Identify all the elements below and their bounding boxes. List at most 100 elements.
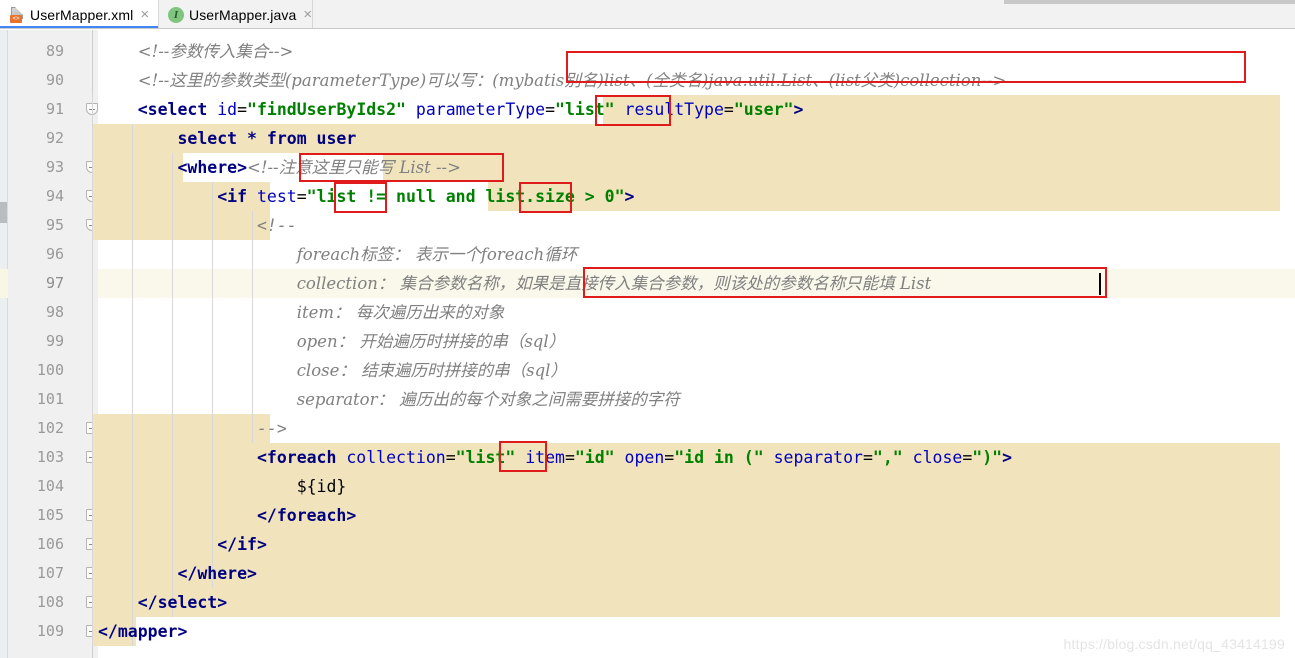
line-number: 93 xyxy=(45,158,64,176)
left-annotation-strip[interactable] xyxy=(0,30,8,658)
code-line[interactable]: foreach标签： 表示一个foreach循环 xyxy=(98,240,1295,269)
code-line[interactable]: --> xyxy=(98,414,1295,443)
code-token-str: "list" xyxy=(455,448,516,467)
tab-label-xml: UserMapper.xml xyxy=(30,6,134,23)
code-token-cmtcn: collection： 集合参数名称，如果是直接传入集合参数，则该处的参数名称只… xyxy=(296,274,932,293)
line-number: 105 xyxy=(36,506,64,524)
code-token-tag: > xyxy=(793,100,804,119)
code-token-punc: = xyxy=(723,100,734,119)
code-line[interactable]: open： 开始遍历时拼接的串（sql） xyxy=(98,327,1295,356)
java-interface-icon: I xyxy=(168,6,184,23)
code-token-cmtcn: item： 每次遍历出来的对象 xyxy=(296,303,505,322)
code-token-attr: id xyxy=(207,100,238,119)
code-token-str: ")" xyxy=(972,448,1003,467)
toolbar-strip xyxy=(1004,0,1295,4)
code-token-punc: = xyxy=(664,448,675,467)
code-line[interactable]: close： 结束遍历时拼接的串（sql） xyxy=(98,356,1295,385)
code-token-str: "id in (" xyxy=(674,448,764,467)
code-line[interactable]: </foreach> xyxy=(98,501,1295,530)
code-content[interactable]: <!--参数传入集合--> <!--这里的参数类型(parameterType)… xyxy=(92,30,1295,658)
line-number: 102 xyxy=(36,419,64,437)
code-line[interactable]: ${id} xyxy=(98,472,1295,501)
close-icon[interactable]: × xyxy=(303,7,312,22)
code-token-punc: = xyxy=(237,100,248,119)
tab-usermapper-xml[interactable]: <> UserMapper.xml × xyxy=(0,0,159,29)
code-token-tag: </mapper> xyxy=(98,622,188,641)
code-line[interactable]: <select id="findUserByIds2" parameterTyp… xyxy=(98,95,1295,124)
code-token-cmtcn: <!--参数传入集合--> xyxy=(137,42,294,61)
code-token-cmt: --> xyxy=(256,419,287,438)
code-token-cmt: <!-- xyxy=(256,216,297,235)
code-token-attr: item xyxy=(515,448,565,467)
editor-gutter[interactable]: 89 90 91 92 93 94 95 96 97 98 99 100 101 102 103 104 105… xyxy=(8,30,98,658)
code-line[interactable]: separator： 遍历出的每个对象之间需要拼接的字符 xyxy=(98,385,1295,414)
line-number: 108 xyxy=(36,593,64,611)
code-line[interactable]: <if test="list != null and list.size > 0… xyxy=(98,182,1295,211)
code-token-tag: <foreach xyxy=(256,448,337,467)
code-line[interactable]: </where> xyxy=(98,559,1295,588)
close-icon[interactable]: × xyxy=(140,7,149,22)
watermark-text: https://blog.csdn.net/qq_43414199 xyxy=(1063,636,1285,652)
line-number: 99 xyxy=(45,332,64,350)
code-token-str: "," xyxy=(872,448,903,467)
code-token-cmtcn: foreach标签： 表示一个foreach循环 xyxy=(296,245,578,264)
line-number: 97 xyxy=(45,274,64,292)
code-line[interactable]: </select> xyxy=(98,588,1295,617)
tab-label-java: UserMapper.java xyxy=(189,6,297,23)
code-line[interactable]: collection： 集合参数名称，如果是直接传入集合参数，则该处的参数名称只… xyxy=(98,269,1295,298)
code-line[interactable]: <!--这里的参数类型(parameterType)可以写：(mybatis别名… xyxy=(98,66,1295,95)
code-token-attr: parameterType xyxy=(406,100,546,119)
code-token-attr: resultType xyxy=(614,100,724,119)
code-line[interactable]: select * from user xyxy=(98,124,1295,153)
code-line[interactable]: <foreach collection="list" item="id" ope… xyxy=(98,443,1295,472)
code-token-attr: separator xyxy=(763,448,863,467)
line-number: 103 xyxy=(36,448,64,466)
editor-tab-bar: <> UserMapper.xml × I UserMapper.java × xyxy=(0,0,1295,29)
code-token-attr: collection xyxy=(336,448,446,467)
code-line[interactable]: <!-- xyxy=(98,211,1295,240)
code-token-tag: <select xyxy=(137,100,208,119)
xml-badge-label: <> xyxy=(10,14,22,23)
line-number: 90 xyxy=(45,71,64,89)
line-number: 109 xyxy=(36,622,64,640)
line-number: 96 xyxy=(45,245,64,263)
tab-usermapper-java[interactable]: I UserMapper.java × xyxy=(159,0,313,29)
line-number: 101 xyxy=(36,390,64,408)
code-line[interactable]: </if> xyxy=(98,530,1295,559)
line-number: 107 xyxy=(36,564,64,582)
code-token-tag: </where> xyxy=(177,564,257,583)
code-token-str: "list != null and list.size > 0" xyxy=(306,187,625,206)
code-editor[interactable]: 89 90 91 92 93 94 95 96 97 98 99 100 101 102 103 104 105… xyxy=(0,30,1295,658)
line-number: 104 xyxy=(36,477,64,495)
line-number: 100 xyxy=(36,361,64,379)
line-number: 95 xyxy=(45,216,64,234)
code-line[interactable]: <where><!--注意这里只能写 List --> xyxy=(98,153,1295,182)
code-token-tag: > xyxy=(1002,448,1013,467)
code-token-cmtcn: <!--这里的参数类型(parameterType)可以写：(mybatis别名… xyxy=(137,71,1007,90)
code-line[interactable]: <!--参数传入集合--> xyxy=(98,37,1295,66)
code-token-punc: = xyxy=(564,448,575,467)
code-token-str: "user" xyxy=(733,100,794,119)
code-token-punc: = xyxy=(296,187,307,206)
code-line[interactable]: item： 每次遍历出来的对象 xyxy=(98,298,1295,327)
code-token-punc: = xyxy=(962,448,973,467)
code-token-cmtcn: open： 开始遍历时拼接的串（sql） xyxy=(296,332,566,351)
indent-guide xyxy=(92,95,93,646)
line-number: 89 xyxy=(45,42,64,60)
code-token-attr: test xyxy=(247,187,297,206)
